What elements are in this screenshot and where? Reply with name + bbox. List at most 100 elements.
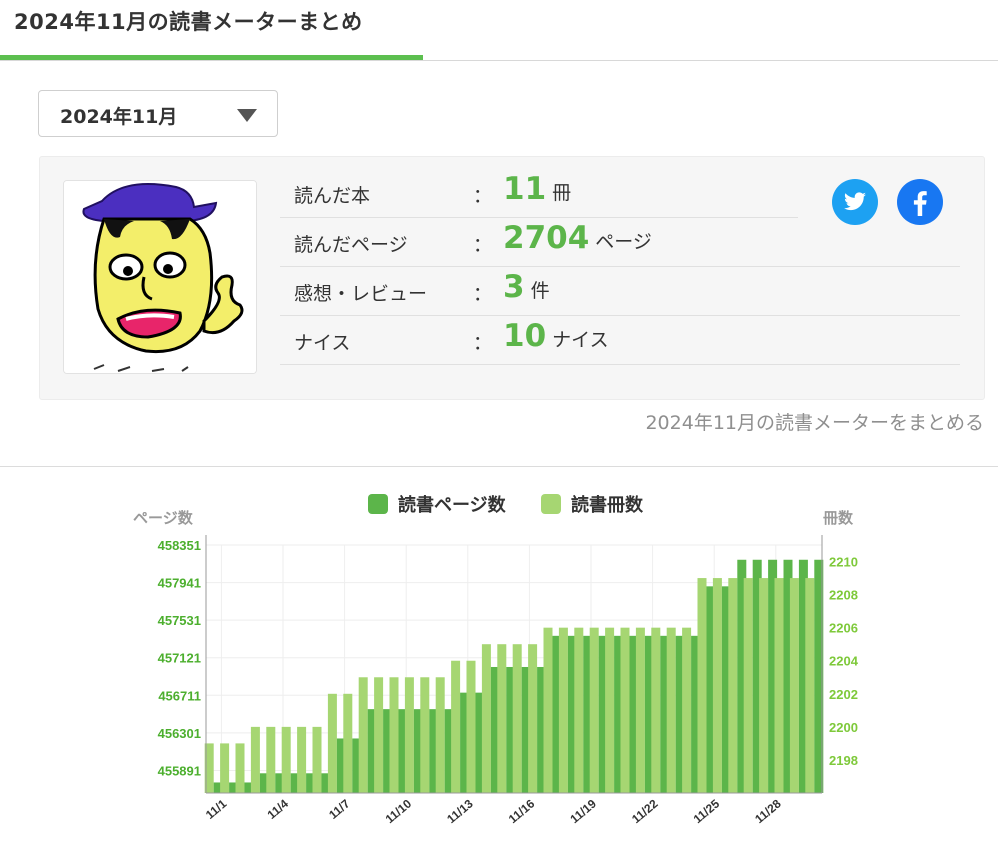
legend-label: 読書ページ数: [398, 494, 507, 516]
bar-books: [651, 627, 661, 793]
y-tick-label: 458351: [158, 538, 201, 553]
y2-tick-label: 2202: [829, 687, 858, 702]
x-tick-label: 11/10: [383, 796, 415, 826]
bar-books: [666, 627, 676, 793]
x-tick-label: 11/7: [326, 796, 353, 822]
reading-chart: 455891 456301 456711 457121 457531 457941 4583…: [133, 494, 859, 826]
twitter-share-button[interactable]: [832, 179, 878, 225]
bar-books: [235, 743, 245, 793]
y2-tick-label: 2206: [829, 621, 858, 636]
bar-books: [266, 726, 276, 793]
page-title: 2024年11月の読書メーターまとめ: [14, 10, 363, 34]
bar-books: [297, 726, 307, 793]
twitter-icon: [844, 192, 866, 211]
bar-books: [404, 677, 414, 793]
bar-books: [435, 677, 445, 793]
chart-bars: [204, 559, 824, 793]
bar-books: [558, 627, 568, 793]
bar-books: [327, 693, 337, 793]
stat-number: 3: [503, 269, 525, 305]
chart-legend: 読書ページ数 読書冊数: [368, 494, 644, 516]
bar-books: [620, 627, 630, 793]
section-divider: [0, 466, 998, 467]
stat-colon: ：: [473, 332, 493, 354]
y2-tick-label: 2200: [829, 720, 858, 735]
stat-unit: 件: [530, 280, 550, 302]
bar-books: [543, 627, 553, 793]
stat-colon: ：: [473, 185, 493, 207]
x-tick-label: 11/25: [691, 796, 723, 826]
y-tick-label: 457121: [158, 651, 201, 666]
y2-axis-title: 冊数: [823, 509, 854, 527]
bar-books: [420, 677, 430, 793]
bar-books: [805, 578, 815, 793]
x-tick-label: 11/22: [629, 796, 661, 826]
y-tick-label: 457531: [158, 613, 201, 628]
bar-books: [774, 578, 784, 793]
y2-tick-label: 2198: [829, 753, 858, 768]
bar-books: [312, 726, 322, 793]
stat-unit: ページ: [595, 231, 652, 253]
y2-tick-label: 2210: [829, 555, 858, 570]
avatar-illustration: [64, 181, 256, 373]
bar-books: [589, 627, 599, 793]
stat-number: 10: [503, 318, 547, 354]
bar-books: [697, 578, 707, 793]
stat-row-books: 読んだ本 ： 11 冊: [280, 168, 798, 218]
month-select-value: 2024年11月: [60, 106, 178, 128]
bar-books: [281, 726, 291, 793]
bar-books: [451, 660, 461, 793]
page-header: 2024年11月の読書メーターまとめ: [0, 0, 998, 61]
bar-books: [358, 677, 368, 793]
bar-books: [605, 627, 615, 793]
x-tick-label: 11/1: [203, 796, 230, 822]
x-tick-label: 11/4: [265, 796, 292, 822]
x-tick-label: 11/28: [752, 796, 784, 826]
month-select[interactable]: 2024年11月: [38, 90, 278, 137]
stat-number: 2704: [503, 220, 590, 256]
y-tick-label: 456301: [158, 726, 201, 741]
bar-books: [374, 677, 384, 793]
stat-value-pages: 2704 ページ: [503, 220, 652, 256]
stat-colon: ：: [473, 234, 493, 256]
y2-tick-label: 2208: [829, 588, 858, 603]
bar-books: [512, 644, 522, 793]
legend-swatch: [541, 494, 561, 514]
y-tick-label: 456711: [158, 688, 201, 703]
stat-label: 読んだページ: [294, 234, 408, 256]
summarize-link[interactable]: 2024年11月の読書メーターをまとめる: [645, 408, 984, 435]
legend-label: 読書冊数: [571, 494, 644, 516]
bar-books: [528, 644, 538, 793]
x-tick-label: 11/19: [567, 796, 599, 826]
bar-books: [682, 627, 692, 793]
avatar: [63, 180, 257, 374]
stat-value-books: 11 冊: [503, 171, 571, 207]
bar-books: [497, 644, 507, 793]
facebook-icon: [913, 191, 927, 216]
bar-books: [712, 578, 722, 793]
bar-books: [466, 660, 476, 793]
stat-row-reviews: 感想・レビュー ： 3件: [280, 266, 960, 316]
y-axis-title: ページ数: [133, 509, 194, 527]
stat-label: ナイス: [294, 332, 351, 354]
bar-books: [220, 743, 230, 793]
stat-colon: ：: [473, 283, 493, 305]
stat-label: 読んだ本: [294, 185, 371, 207]
bar-books: [635, 627, 645, 793]
bar-books: [250, 726, 260, 793]
x-tick-label: 11/16: [506, 796, 538, 826]
bar-books: [481, 644, 491, 793]
bar-books: [574, 627, 584, 793]
stat-value-reviews: 3件: [503, 269, 550, 305]
stat-unit: ナイス: [552, 329, 609, 351]
x-tick-label: 11/13: [444, 796, 476, 826]
bar-books: [743, 578, 753, 793]
stat-row-nice: ナイス ： 10 ナイス: [280, 315, 960, 365]
facebook-share-button[interactable]: [897, 179, 943, 225]
active-tab-underline: [0, 55, 423, 60]
y-tick-label: 455891: [158, 763, 201, 778]
bar-books: [759, 578, 769, 793]
chevron-down-icon: [237, 109, 257, 122]
bar-books: [789, 578, 799, 793]
stat-unit: 冊: [552, 182, 572, 204]
